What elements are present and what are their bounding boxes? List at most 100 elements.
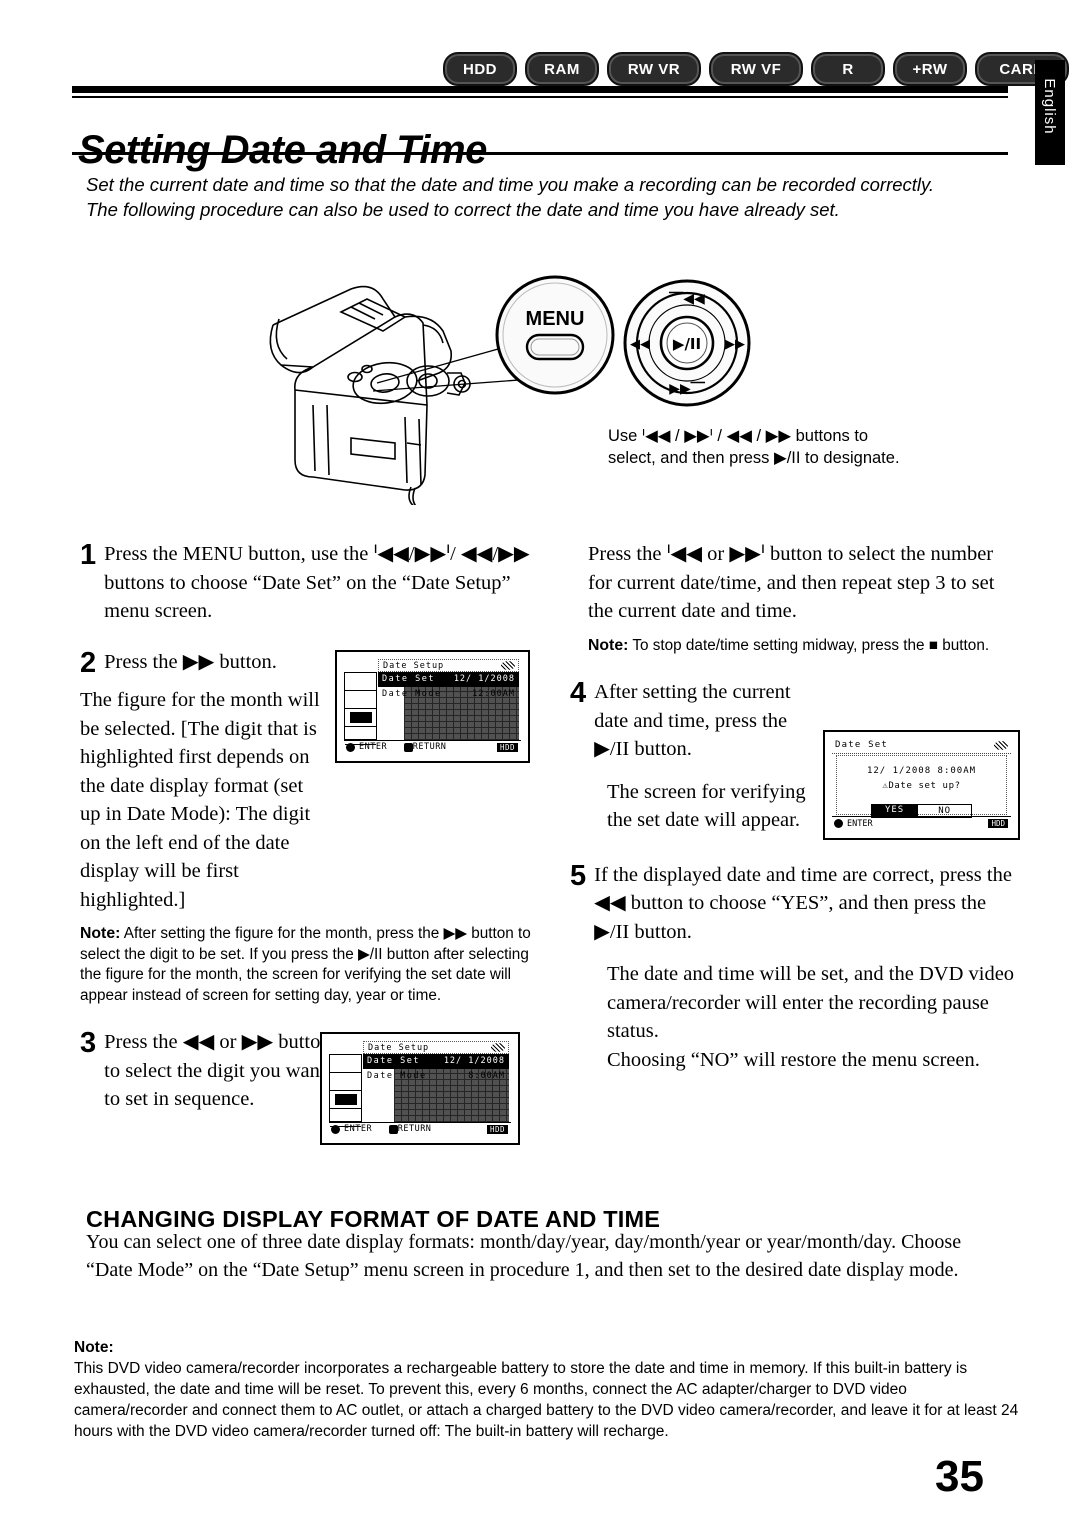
title-rule-top-thin [72, 96, 1008, 98]
illustration-caption: Use ᑊ◀◀ / ▶▶ᑊ / ◀◀ / ▶▶ buttons to selec… [608, 427, 900, 467]
badge-rw-vf: RW VF [709, 52, 803, 86]
page-title: Setting Date and Time [78, 127, 487, 172]
svg-text:MENU: MENU [526, 308, 585, 330]
step-1-text: Press the MENU button, use the ᑊ◀◀/▶▶ᑊ/ … [104, 543, 530, 622]
enter-button-icon-3 [834, 819, 843, 828]
verify-title: Date Set [835, 740, 888, 750]
verify-question: ⚠Date set up? [882, 781, 961, 791]
media-badge-row: HDD RAM RW VR RW VF R +RW CARD [443, 52, 1069, 86]
bottom-note-title: Note: [74, 1339, 114, 1356]
right-note-title: Note: [588, 636, 629, 654]
lcd-footer-return-2: RETURN [397, 1124, 432, 1134]
svg-text:▶▶: ▶▶ [725, 337, 745, 352]
lcd-title-2: Date Setup [368, 1043, 430, 1053]
bottom-note-body: This DVD video camera/recorder incorpora… [74, 1360, 1019, 1440]
bottom-note: Note: This DVD video camera/recorder inc… [74, 1337, 1024, 1442]
verify-footer: ENTER HDD [832, 816, 1011, 831]
document-page: HDD RAM RW VR RW VF R +RW CARD English S… [0, 0, 1080, 1535]
camera-icon [345, 673, 376, 691]
svg-text:⎺◀◀: ⎺◀◀ [668, 291, 705, 307]
lcd-rows: Date Set 12/ 1/2008 Date Mode 12:00AM [378, 672, 519, 740]
step-3-continued-text: Press the ᑊ◀◀ or ▶▶ᑊ button to select th… [588, 543, 995, 622]
disc-icon-3 [994, 741, 1008, 750]
lcd-rows-2: Date Set 12/ 1/2008 Date Mode 8:00AM [363, 1054, 509, 1122]
lcd-row-date-mode-2[interactable]: Date Mode 8:00AM [363, 1069, 509, 1084]
joystick-callout: ▶/II ⎺◀◀ ▶▶⎺ ◀◀ ▶▶ [623, 279, 751, 407]
intro-paragraph: Set the current date and time so that th… [86, 174, 935, 220]
enter-button-icon-2 [331, 1125, 340, 1134]
svg-text:▶▶⎺: ▶▶⎺ [669, 381, 706, 397]
step-2-note: Note: After setting the figure for the m… [80, 924, 550, 1006]
lcd-title-bar: Date Setup [378, 659, 519, 672]
badge-plus-rw: +RW [893, 52, 967, 86]
right-note: Note: To stop date/time setting midway, … [588, 636, 1020, 657]
lcd-screen-date-setup-2: Date Setup Date Set 12/ 1/2008 Date Mode… [329, 1041, 511, 1145]
step-2-body: The figure for the month will be selecte… [80, 689, 320, 911]
step-1: 1 Press the MENU button, use the ᑊ◀◀/▶▶ᑊ… [80, 540, 550, 626]
left-column: 1 Press the MENU button, use the ᑊ◀◀/▶▶ᑊ… [80, 540, 550, 1145]
right-note-body: To stop date/time setting midway, press … [632, 636, 990, 654]
page-number: 35 [935, 1452, 984, 1501]
language-side-tab: English [1035, 60, 1065, 165]
step-5-number: 5 [570, 859, 587, 892]
lcd-figure-step2: Date Setup Date Set 12/ 1/2008 Date Mode… [335, 650, 530, 763]
step-2-note-body: After setting the figure for the month, … [80, 925, 531, 1004]
verify-datetime: 12/ 1/2008 8:00AM [866, 766, 977, 776]
step-1-number: 1 [80, 539, 97, 571]
step-2-body-part: The figure for the month will be selecte… [80, 686, 325, 914]
step-5-text: If the displayed date and time are corre… [594, 863, 1012, 943]
date-setup-icon [345, 709, 376, 727]
lcd-row-date-set-2[interactable]: Date Set 12/ 1/2008 [363, 1054, 509, 1069]
badge-hdd: HDD [443, 52, 517, 86]
lcd-footer-badge-2: HDD [486, 1125, 508, 1134]
lcd-title-bar-2: Date Setup [363, 1041, 509, 1054]
menu-button-callout: MENU [495, 275, 615, 395]
lcd-screen-date-setup-1: Date Setup Date Set 12/ 1/2008 Date Mode… [344, 659, 521, 763]
lcd-row-date-mode-value-2: 8:00AM [468, 1071, 505, 1081]
step-5-body: The date and time will be set, and the D… [607, 963, 1015, 1071]
record-settings-icon-2 [330, 1073, 361, 1091]
lcd-row-date-mode-value: 12:00AM [472, 689, 515, 699]
lcd-footer-2: ENTER RETURN HDD [329, 1122, 511, 1136]
step-4-text: After setting the current date and time,… [594, 681, 791, 760]
lcd-title: Date Setup [383, 661, 445, 671]
lcd-footer-enter: ENTER [359, 742, 388, 752]
badge-r: R [811, 52, 885, 86]
title-rule-top [72, 86, 1008, 93]
return-button-icon [404, 743, 413, 752]
lcd-row-date-set[interactable]: Date Set 12/ 1/2008 [378, 672, 519, 687]
disc-icon-2 [491, 1043, 505, 1052]
step-3-number: 3 [80, 1027, 97, 1059]
verify-inner-panel: 12/ 1/2008 8:00AM ⚠Date set up? YES NO [836, 755, 1007, 818]
badge-rw-vr: RW VR [607, 52, 701, 86]
lcd-row-date-set-value-2: 12/ 1/2008 [443, 1056, 505, 1066]
verify-footer-enter: ENTER [847, 819, 873, 829]
lcd-footer: ENTER RETURN HDD [344, 740, 521, 754]
lcd-row-date-mode[interactable]: Date Mode 12:00AM [378, 687, 519, 702]
verify-footer-badge: HDD [988, 819, 1008, 828]
subsection-body: You can select one of three date display… [86, 1231, 962, 1281]
lcd-footer-badge: HDD [496, 743, 518, 752]
title-rule-bottom [72, 152, 1008, 155]
lcd-screen-date-set-verify: Date Set 12/ 1/2008 8:00AM ⚠Date set up?… [832, 739, 1011, 831]
camera-icon-2 [330, 1055, 361, 1073]
verify-title-bar: Date Set [832, 739, 1011, 754]
lcd-row-date-mode-label: Date Mode [382, 689, 442, 699]
lcd-row-date-mode-label-2: Date Mode [367, 1071, 427, 1081]
svg-text:◀◀: ◀◀ [630, 337, 650, 352]
step-2-number: 2 [80, 646, 97, 679]
record-settings-icon [345, 691, 376, 709]
return-button-icon-2 [389, 1125, 398, 1134]
lcd-row-date-set-label-2: Date Set [367, 1056, 420, 1066]
step-4-body: The screen for verifying the set date wi… [607, 780, 806, 832]
lcd-row-date-set-label: Date Set [382, 674, 435, 684]
lcd-footer-enter-2: ENTER [344, 1124, 373, 1134]
step-4-number: 4 [570, 677, 587, 709]
right-column: Press the ᑊ◀◀ or ▶▶ᑊ button to select th… [570, 540, 1020, 1074]
enter-button-icon [346, 743, 355, 752]
svg-text:▶/II: ▶/II [673, 335, 701, 353]
lcd-row-date-set-value: 12/ 1/2008 [453, 674, 515, 684]
step-3-text: Press the ◀◀ or ▶▶ button to select the … [104, 1031, 331, 1110]
lcd-figure-step3: Date Setup Date Set 12/ 1/2008 Date Mode… [320, 1032, 520, 1145]
step-5: 5 If the displayed date and time are cor… [570, 861, 1020, 947]
